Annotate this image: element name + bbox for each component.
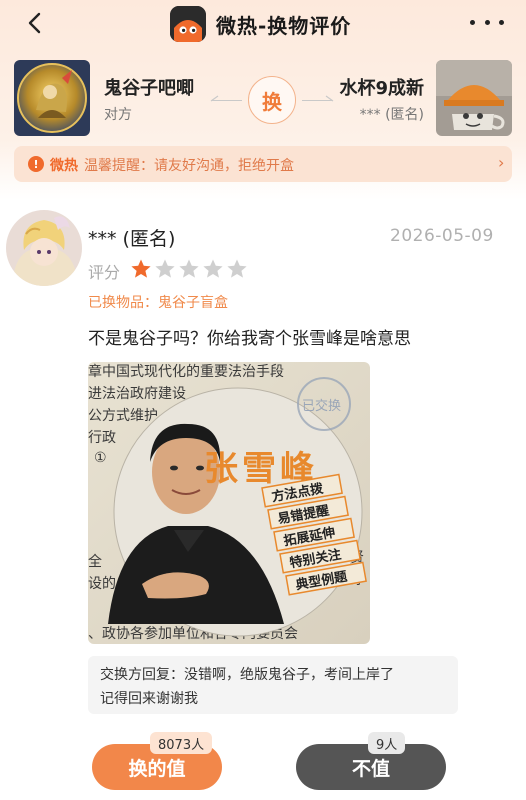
exchange-summary: 鬼谷子吧唧 对方 换 水杯9成新 *** (匿名) bbox=[0, 58, 526, 138]
exchanger-reply: 交换方回复：没错啊，绝版鬼谷子，考间上岸了 记得回来谢谢我 bbox=[88, 656, 458, 714]
reply-text-line2: 记得回来谢谢我 bbox=[100, 691, 198, 707]
photo-bg-text-4: 行政 bbox=[88, 430, 116, 446]
star-icon bbox=[203, 259, 223, 278]
star-icon bbox=[227, 259, 247, 278]
rating-label: 评分 bbox=[88, 263, 121, 282]
exchanged-item-label: 已换物品：鬼谷子盲盒 bbox=[88, 295, 228, 311]
my-role-label: *** (匿名) bbox=[359, 107, 424, 123]
chevron-right-icon: › bbox=[498, 153, 505, 172]
app-logo bbox=[170, 6, 206, 42]
warning-icon: ! bbox=[28, 156, 44, 172]
photo-bg-text-6: 全 bbox=[88, 553, 102, 570]
their-role-label: 对方 bbox=[104, 107, 132, 123]
photo-bg-text-5: ① bbox=[94, 450, 107, 466]
reviewer-name: *** (匿名) bbox=[88, 228, 176, 250]
their-item-name: 鬼谷子吧唧 bbox=[104, 78, 194, 99]
notice-bar[interactable]: ! 微热 温馨提醒：请友好沟通，拒绝开盒 › bbox=[14, 146, 512, 182]
star-icon bbox=[155, 259, 175, 278]
chevron-left-icon bbox=[28, 12, 41, 34]
worth-count-badge: 8073人 bbox=[150, 732, 213, 754]
more-dots-icon bbox=[470, 19, 475, 25]
my-item-name: 水杯9成新 bbox=[339, 78, 424, 99]
rating-stars bbox=[130, 258, 248, 280]
arrow-left-icon bbox=[210, 95, 219, 102]
notice-brand: 微热 bbox=[50, 158, 78, 174]
reviewer-avatar[interactable] bbox=[6, 210, 82, 286]
not-worth-count-badge: 9人 bbox=[368, 732, 406, 754]
page-title: 微热-换物评价 bbox=[216, 14, 352, 38]
photo-bg-text-2: 进法治政府建设 bbox=[88, 386, 186, 402]
photo-bg-text-3: 公方式维护 bbox=[88, 408, 158, 424]
photo-bg-text-7: 设的 bbox=[88, 576, 116, 592]
photo-bg-text-1: 章中国式现代化的重要法治手段 bbox=[88, 363, 284, 380]
my-item-image[interactable] bbox=[436, 60, 512, 136]
back-button[interactable] bbox=[20, 8, 50, 38]
star-icon bbox=[179, 259, 199, 278]
nav-bar: 微热-换物评价 bbox=[0, 0, 526, 50]
more-button[interactable] bbox=[470, 10, 504, 34]
photo-stamp-text: 已交换 bbox=[302, 398, 341, 414]
swap-badge: 换 bbox=[248, 76, 296, 124]
arrow-right-icon bbox=[325, 95, 334, 102]
their-item-image[interactable] bbox=[14, 60, 90, 136]
star-icon bbox=[131, 259, 151, 278]
notice-text: 温馨提醒：请友好沟通，拒绝开盒 bbox=[84, 158, 294, 174]
review-comment: 不是鬼谷子吗？你给我寄个张雪峰是啥意思 bbox=[88, 329, 411, 349]
review-date: 2026-05-09 bbox=[390, 226, 494, 246]
reply-text-line1: 交换方回复：没错啊，绝版鬼谷子，考间上岸了 bbox=[100, 667, 394, 683]
review-photo[interactable]: 章中国式现代化的重要法治手段 进法治政府建设 公方式维护 行政 ① 全 设的 、… bbox=[88, 362, 370, 644]
